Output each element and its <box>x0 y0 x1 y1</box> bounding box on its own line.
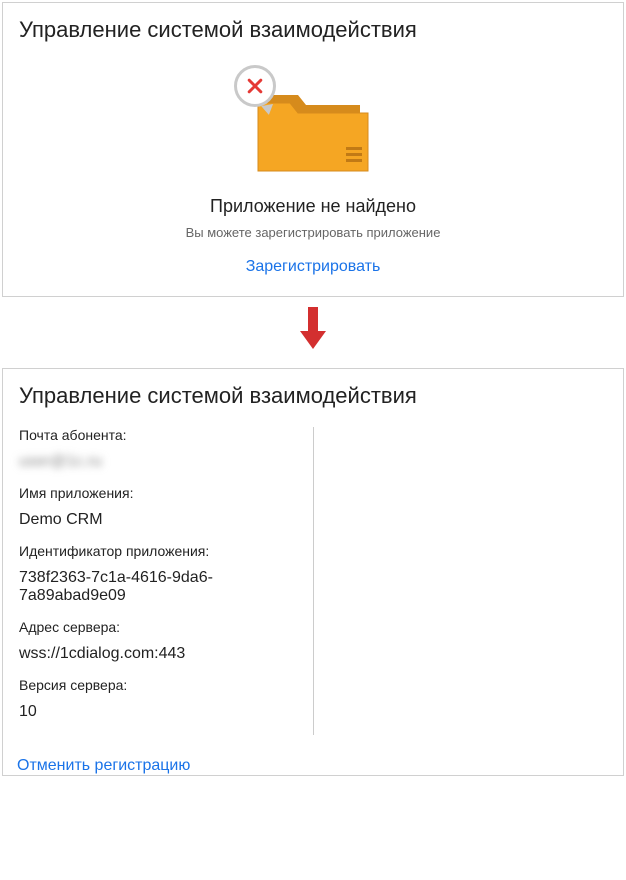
server-addr-label: Адрес сервера: <box>19 619 297 635</box>
app-id-label: Идентификатор приложения: <box>19 543 297 559</box>
empty-state: Приложение не найдено Вы можете зарегист… <box>3 53 623 296</box>
empty-state-subtitle: Вы можете зарегистрировать приложение <box>3 225 623 240</box>
panel-title: Управление системой взаимодействия <box>3 3 623 53</box>
cancel-registration-button[interactable]: Отменить регистрацию <box>17 757 190 775</box>
details-column-right <box>314 419 624 753</box>
panel-registered: Управление системой взаимодействия Почта… <box>2 368 624 776</box>
email-value: user@1c.ru <box>19 453 297 471</box>
badge-tail-icon <box>261 104 275 116</box>
panel-not-found: Управление системой взаимодействия Прило… <box>2 2 624 297</box>
folder-error-icon <box>248 73 378 178</box>
app-id-value: 738f2363-7c1a-4616-9da6-7a89abad9e09 <box>19 569 297 605</box>
details-column: Почта абонента: user@1c.ru Имя приложени… <box>3 419 313 753</box>
app-name-value: Demo CRM <box>19 511 297 529</box>
server-addr-value: wss://1cdialog.com:443 <box>19 645 297 663</box>
server-ver-value: 10 <box>19 703 297 721</box>
email-label: Почта абонента: <box>19 427 297 443</box>
app-name-label: Имя приложения: <box>19 485 297 501</box>
empty-state-title: Приложение не найдено <box>3 196 623 217</box>
server-ver-label: Версия сервера: <box>19 677 297 693</box>
register-button[interactable]: Зарегистрировать <box>246 258 381 276</box>
error-badge-icon <box>234 65 276 107</box>
panel-title: Управление системой взаимодействия <box>3 369 623 419</box>
arrow-down-icon <box>0 299 626 366</box>
